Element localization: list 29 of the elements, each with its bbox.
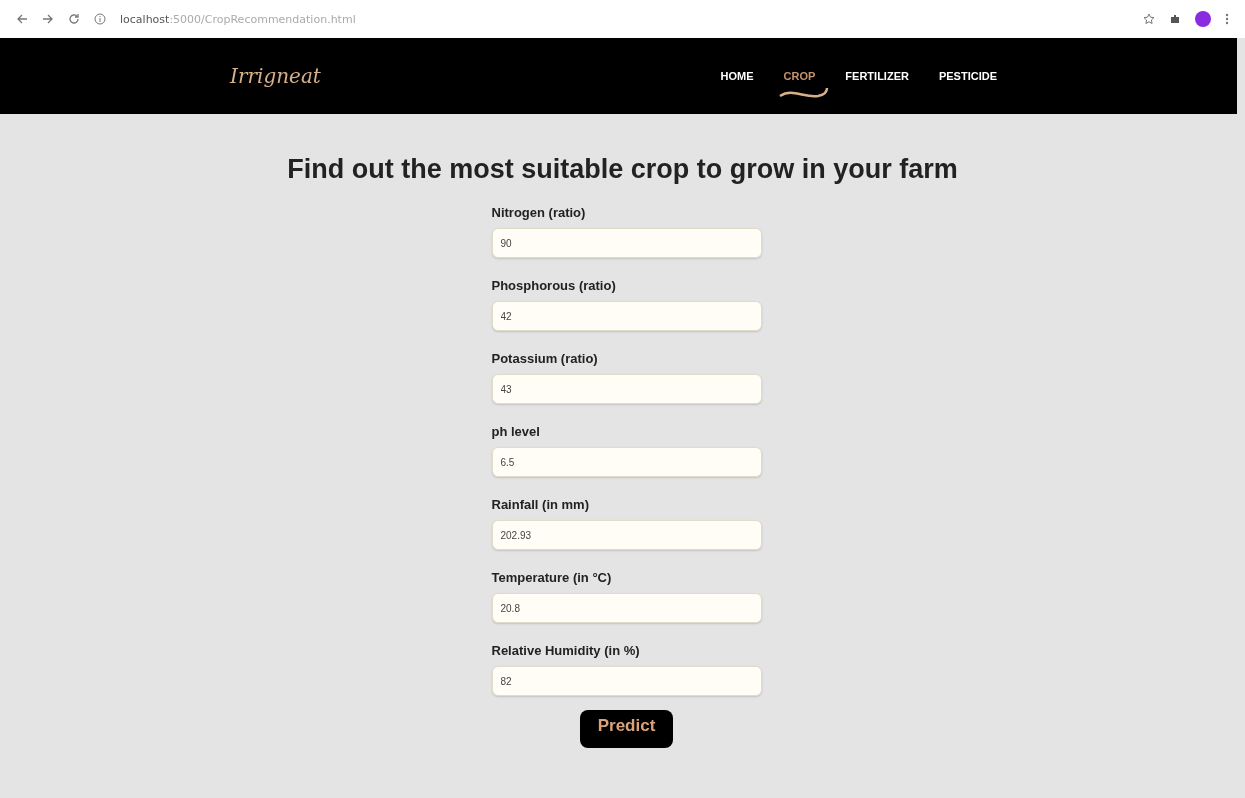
nav-link[interactable]: HOME [720, 66, 754, 86]
menu-icon[interactable] [1225, 13, 1229, 25]
back-icon[interactable] [16, 13, 28, 25]
info-icon[interactable] [94, 13, 106, 25]
star-icon[interactable] [1143, 13, 1155, 25]
input-field[interactable]: 90 [491, 228, 762, 258]
nav-link[interactable]: PESTICIDE [938, 66, 997, 86]
reload-icon[interactable] [68, 13, 80, 25]
input-field[interactable]: 20.8 [491, 593, 762, 623]
field-label: Rainfall (in mm) [491, 497, 590, 512]
nav-link[interactable]: CROP [783, 66, 816, 86]
input-field[interactable]: 82 [491, 666, 762, 696]
field-label: Relative Humidity (in %) [491, 643, 641, 658]
forward-icon[interactable] [42, 13, 54, 25]
predict-button[interactable]: Predict [579, 710, 674, 748]
field-label: ph level [491, 424, 541, 439]
input-field[interactable]: 6.5 [491, 447, 762, 477]
site-logo[interactable]: Irrigneat [230, 64, 321, 88]
field-label: Phosphorous (ratio) [491, 278, 617, 293]
field-label: Nitrogen (ratio) [491, 205, 587, 220]
swoosh-icon [777, 86, 830, 100]
nav-link[interactable]: FERTILIZER [845, 66, 909, 86]
field-label: Temperature (in °C) [491, 570, 613, 585]
input-field[interactable]: 43 [491, 374, 762, 404]
input-field[interactable]: 42 [491, 301, 762, 331]
field-label: Potassium (ratio) [491, 351, 599, 366]
page-heading: Find out the most suitable crop to grow in your farm [287, 154, 958, 185]
input-field[interactable]: 202.93 [491, 520, 762, 550]
avatar-icon[interactable] [1195, 11, 1211, 27]
